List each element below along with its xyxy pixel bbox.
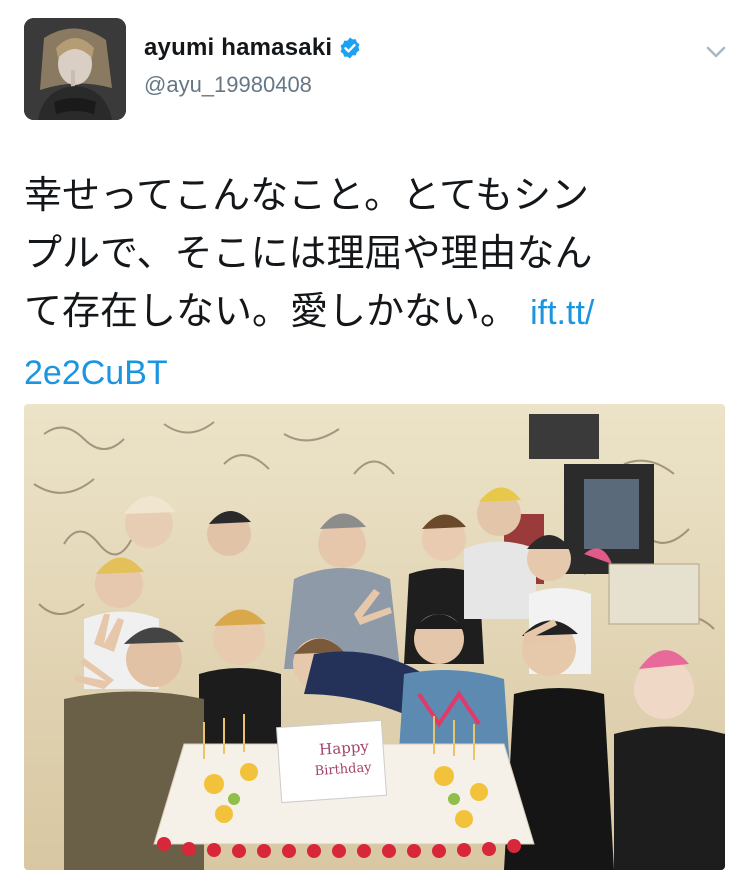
name-row: ayumi hamasaki bbox=[144, 34, 362, 62]
display-name[interactable]: ayumi hamasaki bbox=[144, 34, 332, 62]
avatar[interactable] bbox=[24, 18, 126, 120]
user-handle[interactable]: @ayu_19980408 bbox=[144, 72, 312, 98]
tweet-header: ayumi hamasaki @ayu_19980408 bbox=[0, 0, 750, 130]
verified-badge-icon bbox=[340, 37, 360, 59]
profile-photo-icon bbox=[24, 18, 126, 120]
group-photo-icon: Happy Birthday bbox=[24, 404, 725, 870]
chevron-down-icon[interactable] bbox=[704, 44, 728, 60]
tweet-text: 幸せってこんなこと。とてもシンプルで、そこには理屈や理由なんて存在しない。愛しか… bbox=[24, 166, 624, 402]
cake-plaque-line1: Happy bbox=[319, 737, 370, 758]
tweet-photo[interactable]: Happy Birthday bbox=[24, 404, 725, 870]
tweet-body: 幸せってこんなこと。とてもシンプルで、そこには理屈や理由なんて存在しない。愛しか… bbox=[24, 173, 593, 333]
